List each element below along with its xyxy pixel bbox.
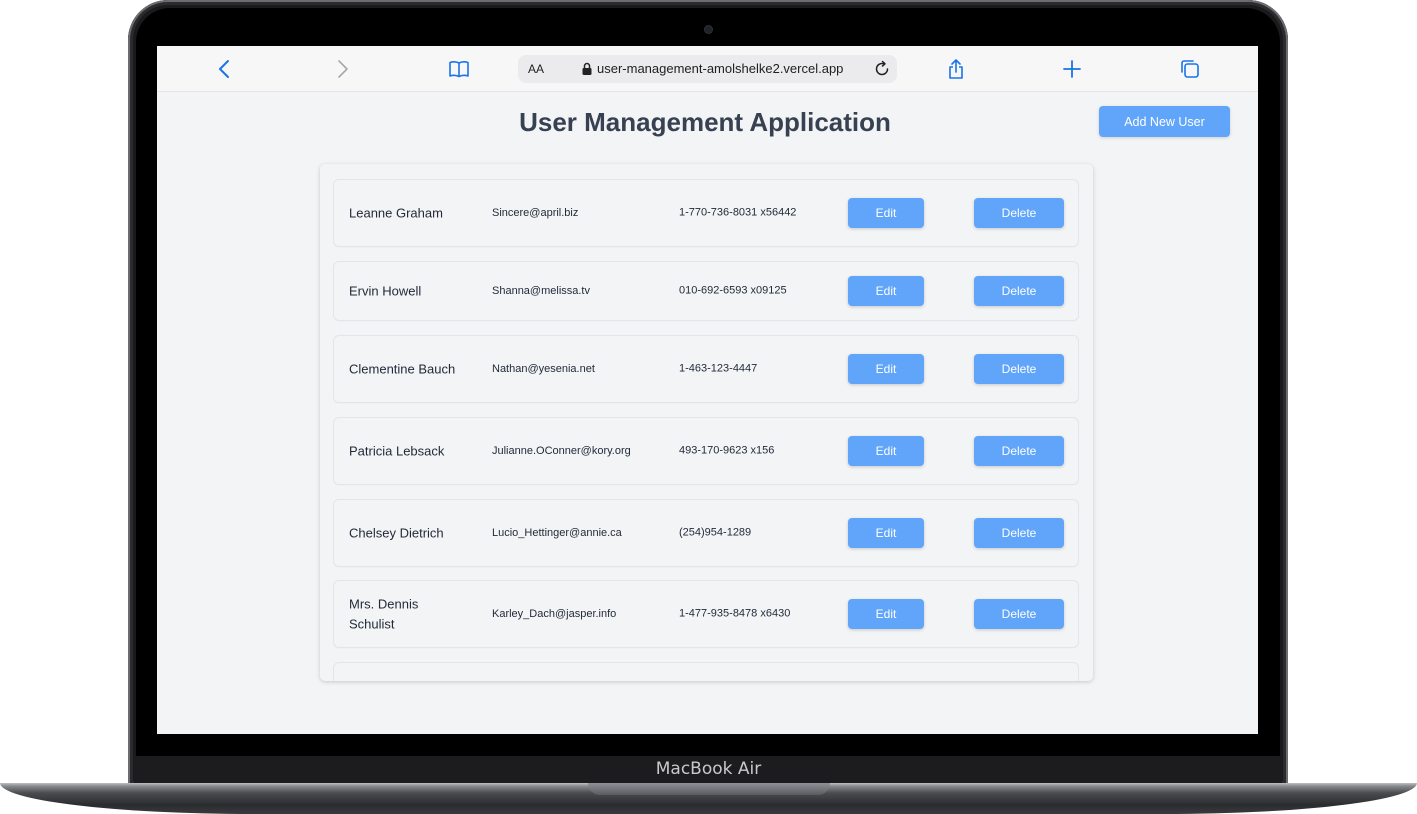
delete-button[interactable]: Delete (974, 436, 1064, 466)
edit-button[interactable]: Edit (848, 198, 924, 228)
edit-button[interactable]: Edit (848, 354, 924, 384)
user-email: Julianne.OConner@kory.org (492, 445, 631, 457)
delete-button[interactable]: Delete (974, 354, 1064, 384)
forward-icon[interactable] (330, 57, 354, 81)
user-phone: 1-477-935-8478 x6430 (679, 607, 791, 620)
browser-toolbar: AA user-management-amolshelke2.vercel.ap… (157, 46, 1258, 92)
user-email: Shanna@melissa.tv (492, 285, 590, 297)
user-name: Chelsey Dietrich (349, 525, 444, 541)
user-name: Ervin Howell (349, 283, 422, 299)
user-name: Patricia Lebsack (349, 443, 445, 459)
new-tab-icon[interactable] (1060, 57, 1084, 81)
page-title: User Management Application (519, 107, 891, 137)
device-label: MacBook Air (655, 759, 762, 779)
bookmarks-icon[interactable] (447, 57, 471, 81)
lock-icon (581, 62, 593, 76)
user-email: Nathan@yesenia.net (492, 363, 595, 375)
delete-button[interactable]: Delete (974, 198, 1064, 228)
address-bar[interactable]: AA user-management-amolshelke2.vercel.ap… (518, 55, 897, 83)
laptop-notch (588, 783, 830, 795)
user-list: Leanne Graham Sincere@april.biz 1-770-73… (320, 164, 1093, 681)
text-size-button[interactable]: AA (528, 62, 544, 76)
camera-icon (705, 26, 712, 33)
edit-button[interactable]: Edit (848, 276, 924, 306)
user-name: Mrs. Dennis Schulist (349, 596, 419, 632)
edit-button[interactable]: Edit (848, 436, 924, 466)
delete-button[interactable]: Delete (974, 518, 1064, 548)
user-row: Mrs. Dennis Schulist Karley_Dach@jasper.… (334, 581, 1078, 647)
user-email: Sincere@april.biz (492, 207, 579, 219)
user-phone: 493-170-9623 x156 (679, 444, 775, 457)
user-row: Ervin Howell Shanna@melissa.tv 010-692-6… (334, 262, 1078, 320)
user-row: Leanne Graham Sincere@april.biz 1-770-73… (334, 180, 1078, 246)
user-phone: (254)954-1289 (679, 526, 752, 539)
back-icon[interactable] (213, 57, 237, 81)
user-email: Karley_Dach@jasper.info (492, 608, 617, 620)
delete-button[interactable]: Delete (974, 276, 1064, 306)
url-text: user-management-amolshelke2.vercel.app (597, 61, 844, 76)
user-phone: 1-770-736-8031 x56442 (679, 206, 797, 219)
user-phone: 010-692-6593 x09125 (679, 284, 787, 297)
laptop-mockup: MacBook Air AA user-management-amolshelk… (0, 0, 1417, 814)
share-icon[interactable] (944, 57, 968, 81)
user-row: Chelsey Dietrich Lucio_Hettinger@annie.c… (334, 500, 1078, 566)
user-name: Clementine Bauch (349, 361, 456, 377)
user-name: Leanne Graham (349, 205, 443, 221)
user-email: Lucio_Hettinger@annie.ca (492, 527, 622, 539)
user-row-partial (334, 663, 1078, 681)
edit-button[interactable]: Edit (848, 518, 924, 548)
add-new-user-button[interactable]: Add New User (1099, 106, 1230, 137)
user-phone: 1-463-123-4447 (679, 362, 758, 375)
reload-icon[interactable] (873, 60, 891, 78)
browser-screen: AA user-management-amolshelke2.vercel.ap… (157, 46, 1258, 734)
user-row: Patricia Lebsack Julianne.OConner@kory.o… (334, 418, 1078, 484)
delete-button[interactable]: Delete (974, 599, 1064, 629)
user-row: Clementine Bauch Nathan@yesenia.net 1-46… (334, 336, 1078, 402)
tabs-icon[interactable] (1178, 57, 1202, 81)
edit-button[interactable]: Edit (848, 599, 924, 629)
